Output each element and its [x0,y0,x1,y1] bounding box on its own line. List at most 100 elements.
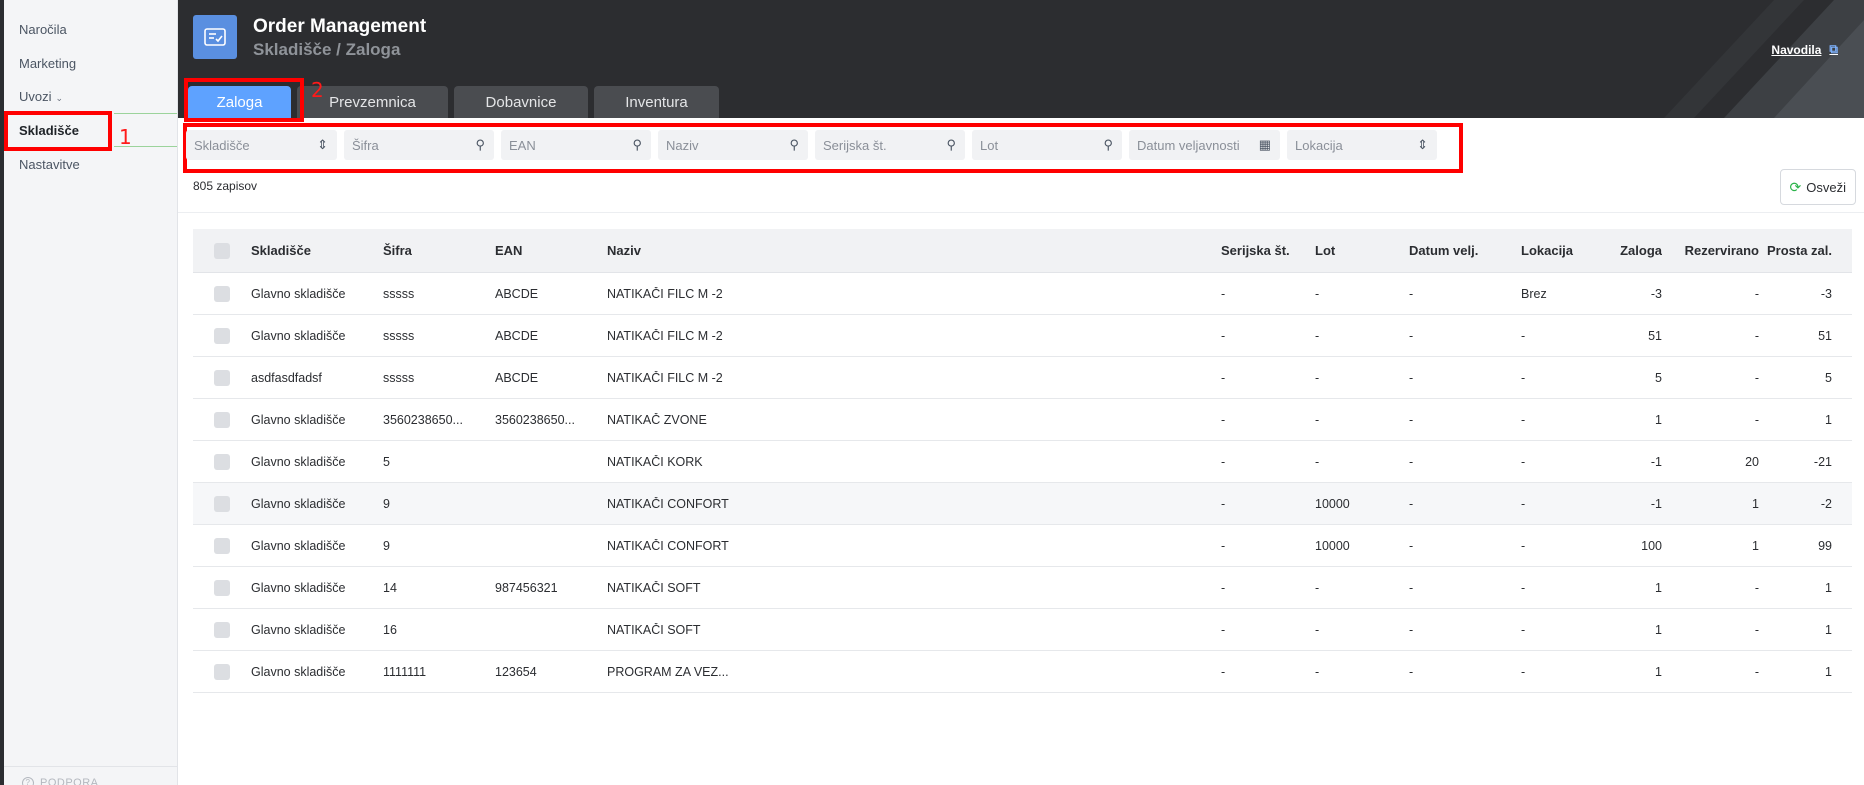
table-cell-lok: - [1521,664,1526,679]
row-checkbox-cell[interactable] [193,411,251,428]
column-header-naziv[interactable]: Naziv [607,243,1221,258]
sidebar-item-nastavitve[interactable]: Nastavitve [19,157,80,172]
table-cell-sif: 9 [383,538,390,553]
table-cell-pro: -21 [1813,454,1832,469]
lot-search-input[interactable]: Lot ⚲ [972,130,1122,160]
divider [4,766,177,767]
table-cell-naz: NATIKAČ ZVONE [607,412,707,427]
support-link[interactable]: ? PODPORA [22,777,99,785]
row-checkbox-cell[interactable] [193,327,251,344]
table-cell-ser: - [1221,370,1226,385]
column-header-skladisce[interactable]: Skladišče [251,243,383,258]
expiry-date-input[interactable]: Datum veljavnosti ▦ [1129,130,1280,160]
row-checkbox-cell[interactable] [193,537,251,554]
table-row[interactable]: Glavno skladišče sssss ABCDE NATIKAČI FILC … [193,273,1852,315]
checkbox[interactable] [214,285,230,302]
table-cell-dat: - [1409,370,1414,385]
checkbox[interactable] [214,453,230,470]
table-cell-rez: - [1754,412,1759,427]
column-header-sifra[interactable]: Šifra [383,243,495,258]
row-checkbox-cell[interactable] [193,579,251,596]
sidebar-item-marketing[interactable]: Marketing [19,56,76,71]
refresh-button[interactable]: ⟳ Osveži [1779,169,1856,205]
table-cell-skl: Glavno skladišče [251,496,346,511]
column-header-rezervirano[interactable]: Rezervirano [1662,243,1759,258]
tab-label: Prevzemnica [329,93,416,111]
table-row[interactable]: Glavno skladišče 3560238650... 3560238650.… [193,399,1852,441]
filter-placeholder: Naziv [666,137,699,153]
table-row[interactable]: asdfasdfadsf sssss ABCDE NATIKAČI FILC M -2… [193,357,1852,399]
row-checkbox-cell[interactable] [193,495,251,512]
column-header-ean[interactable]: EAN [495,243,607,258]
table-cell-skl: Glavno skladišče [251,328,346,343]
table-cell-zal: 1 [1655,664,1662,679]
checkbox[interactable] [214,537,230,554]
filter-placeholder: Lokacija [1295,137,1343,153]
column-header-zaloga[interactable]: Zaloga [1593,243,1662,258]
row-checkbox-cell[interactable] [193,285,251,302]
table-cell-sif: sssss [383,328,415,343]
serial-search-input[interactable]: Serijska št. ⚲ [815,130,965,160]
row-checkbox-cell[interactable] [193,369,251,386]
location-select[interactable]: Lokacija ⇕ [1287,130,1437,160]
tab-inventura[interactable]: Inventura [594,86,719,118]
table-cell-rez: - [1754,664,1759,679]
table-cell-sif: 1111111 [383,664,427,679]
filter-placeholder: Skladišče [194,137,250,153]
table-cell-ser: - [1221,664,1226,679]
table-row[interactable]: Glavno skladišče 5 NATIKAČI KORK - - - - -1 20 -2… [193,441,1852,483]
column-header-datum[interactable]: Datum velj. [1409,243,1521,258]
table-cell-dat: - [1409,622,1414,637]
table-cell-zal: 51 [1648,328,1662,343]
select-all-checkbox[interactable] [193,242,251,259]
checkbox[interactable] [214,242,230,259]
table-cell-rez: - [1754,370,1759,385]
table-cell-rez: 1 [1752,538,1759,553]
naziv-search-input[interactable]: Naziv ⚲ [658,130,808,160]
table-cell-sif: 3560238650... [383,412,463,427]
checkbox[interactable] [214,369,230,386]
table-cell-skl: Glavno skladišče [251,622,346,637]
refresh-label: Osveži [1806,179,1846,195]
checkbox[interactable] [214,663,230,680]
sidebar-item-narocila[interactable]: Naročila [19,22,67,37]
table-cell-skl: Glavno skladišče [251,412,346,427]
warehouse-select[interactable]: Skladišče ⇕ [186,130,337,160]
row-checkbox-cell[interactable] [193,453,251,470]
table-row[interactable]: Glavno skladišče sssss ABCDE NATIKAČI FILC … [193,315,1852,357]
table-row[interactable]: Glavno skladišče 9 NATIKAČI CONFORT - 10000 -… [193,483,1852,525]
row-checkbox-cell[interactable] [193,663,251,680]
checkbox[interactable] [214,621,230,638]
table-row[interactable]: Glavno skladišče 14 987456321 NATIKAČI SOFT… [193,567,1852,609]
checkbox[interactable] [214,579,230,596]
table-cell-ser: - [1221,622,1226,637]
table-row[interactable]: Glavno skladišče 16 NATIKAČI SOFT - - - - 1 - 1 [193,609,1852,651]
table-cell-ean: ABCDE [495,328,539,343]
table-cell-lot: - [1315,286,1320,301]
tab-dobavnice[interactable]: Dobavnice [454,86,588,118]
table-cell-lok: - [1521,454,1526,469]
table-cell-dat: - [1409,454,1414,469]
app-header: Order Management Skladišče / Zaloga Navo… [178,0,1864,118]
column-header-lokacija[interactable]: Lokacija [1521,243,1593,258]
search-icon: ⚲ [632,137,642,152]
help-circle-icon: ? [22,777,34,785]
sidebar-item-uvozi[interactable]: Uvozi ⌄ [19,89,63,104]
column-header-serijska[interactable]: Serijska št. [1221,243,1315,258]
row-checkbox-cell[interactable] [193,621,251,638]
ean-search-input[interactable]: EAN ⚲ [501,130,651,160]
table-row[interactable]: Glavno skladišče 9 NATIKAČI CONFORT - 10000 -… [193,525,1852,567]
checkbox[interactable] [214,495,230,512]
checkbox[interactable] [214,411,230,428]
help-link[interactable]: Navodila ⧉ [1771,42,1838,57]
annotation-number-2: 2 [311,78,324,102]
annotation-box-1 [4,111,112,151]
column-header-prosta[interactable]: Prosta zal. [1759,243,1844,258]
table-cell-ser: - [1221,328,1226,343]
checkbox[interactable] [214,327,230,344]
table-row[interactable]: Glavno skladišče 1111111 123654 PROGRAM ZA … [193,651,1852,693]
table-cell-dat: - [1409,664,1414,679]
table-cell-skl: Glavno skladišče [251,580,346,595]
sifra-search-input[interactable]: Šifra ⚲ [344,130,494,160]
column-header-lot[interactable]: Lot [1315,243,1409,258]
